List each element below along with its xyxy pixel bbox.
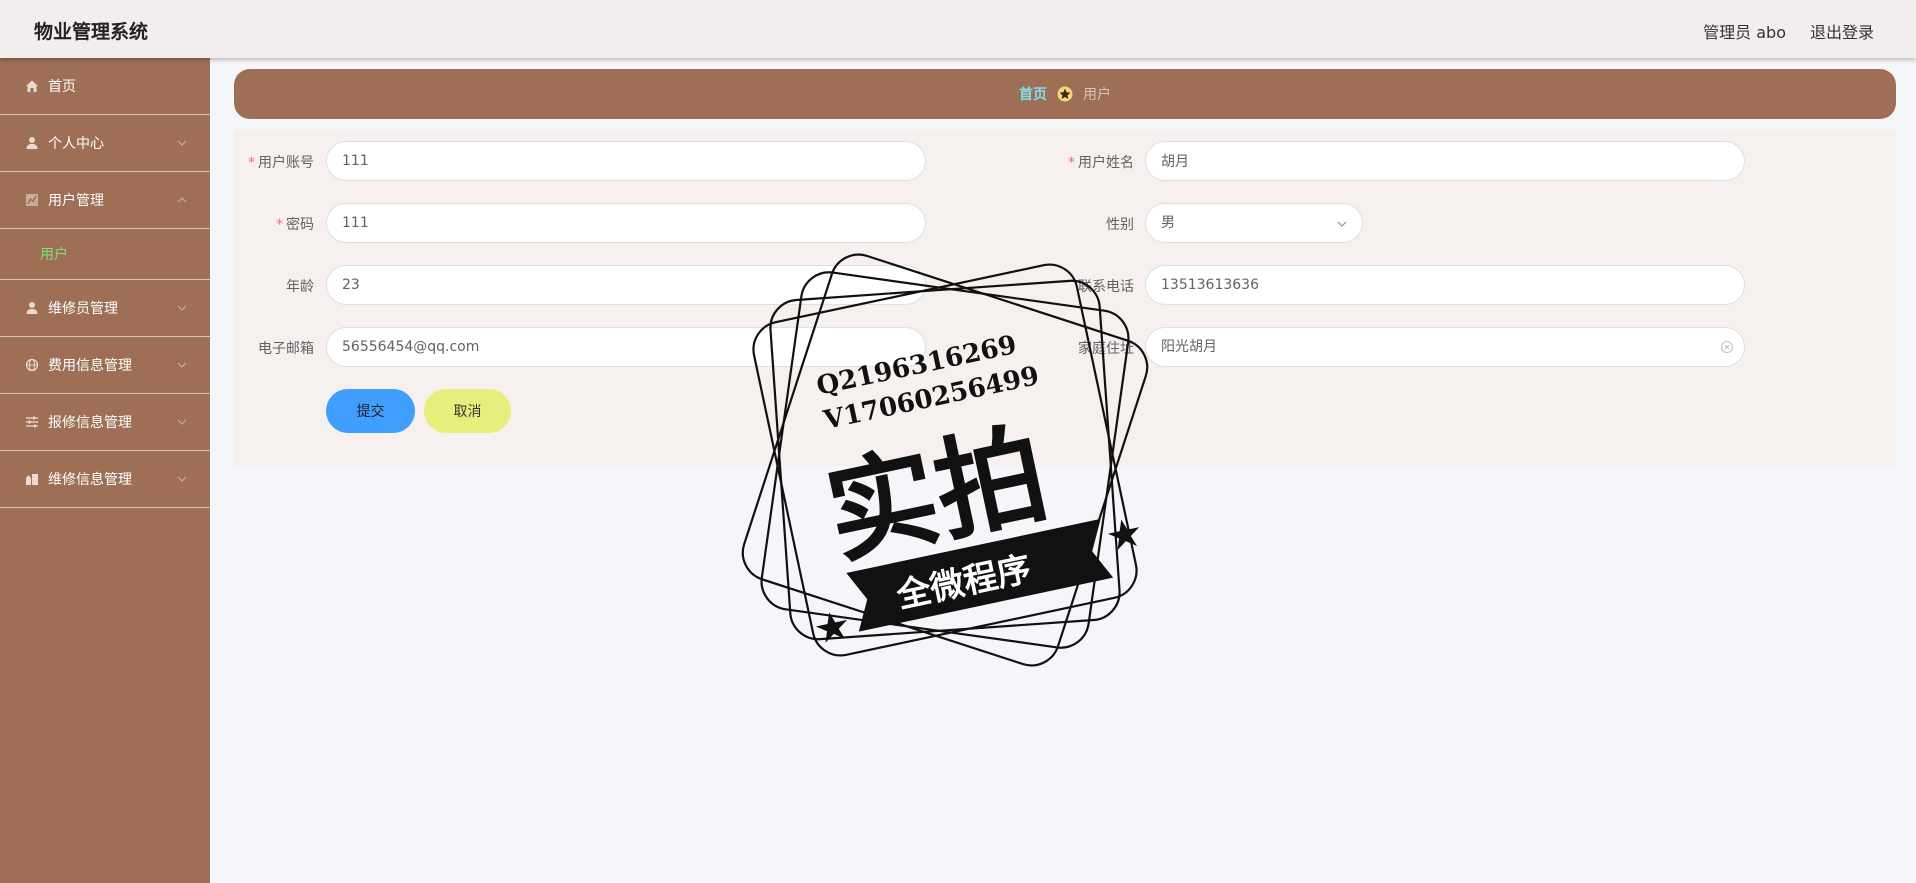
required-mark: * <box>1068 155 1075 171</box>
cancel-button[interactable]: 取消 <box>424 389 511 433</box>
watermark-stamp: Q2196316269 V17060256499 实拍 全微程序 <box>741 253 1149 667</box>
gender-label: 性别 <box>1106 217 1134 233</box>
sidebar-item-label: 维修员管理 <box>48 301 118 317</box>
chevron-up-icon <box>177 197 187 203</box>
sidebar-item-user-management[interactable]: 用户管理 <box>0 172 210 229</box>
chart-icon <box>24 192 40 208</box>
chevron-down-icon <box>177 140 187 146</box>
email-label: 电子邮箱 <box>258 341 314 357</box>
chevron-down-icon <box>1337 221 1347 227</box>
sidebar-item-repairman-management[interactable]: 维修员管理 <box>0 280 210 337</box>
sidebar-item-repair-info-management[interactable]: 维修信息管理 <box>0 451 210 508</box>
submit-button[interactable]: 提交 <box>326 389 415 433</box>
top-bar: 物业管理系统 管理员 abo 退出登录 <box>0 0 1916 58</box>
chevron-down-icon <box>177 476 187 482</box>
star-icon <box>1057 86 1073 102</box>
sidebar-item-repair-request-management[interactable]: 报修信息管理 <box>0 394 210 451</box>
user-area: 管理员 abo 退出登录 <box>1703 19 1874 43</box>
home-icon <box>24 78 40 94</box>
name-label: * 用户姓名 <box>1068 155 1134 171</box>
clear-icon[interactable] <box>1720 340 1734 354</box>
sidebar-item-label: 用户管理 <box>48 193 104 209</box>
breadcrumb-current: 用户 <box>1083 87 1111 103</box>
sidebar-item-profile[interactable]: 个人中心 <box>0 115 210 172</box>
sidebar-item-label: 首页 <box>48 79 76 95</box>
sidebar-item-label: 维修信息管理 <box>48 472 132 488</box>
building-icon <box>24 471 40 487</box>
app-title: 物业管理系统 <box>34 21 149 43</box>
sliders-icon <box>24 414 40 430</box>
admin-user-label[interactable]: 管理员 abo <box>1703 19 1786 43</box>
sidebar-item-label: 费用信息管理 <box>48 358 132 374</box>
breadcrumb-home[interactable]: 首页 <box>1019 84 1047 104</box>
sidebar-subitem-users[interactable]: 用户 <box>0 229 210 280</box>
breadcrumb: 首页 用户 <box>234 69 1896 119</box>
chevron-down-icon <box>177 362 187 368</box>
sidebar-item-label: 报修信息管理 <box>48 415 132 431</box>
globe-icon <box>24 357 40 373</box>
age-label: 年龄 <box>286 279 314 295</box>
password-input[interactable] <box>326 203 926 243</box>
chevron-down-icon <box>177 419 187 425</box>
account-input[interactable] <box>326 141 926 181</box>
address-input[interactable]: 阳光胡月 <box>1145 327 1745 367</box>
required-mark: * <box>276 217 283 233</box>
chevron-down-icon <box>177 305 187 311</box>
name-input[interactable] <box>1145 141 1745 181</box>
account-label: * 用户账号 <box>248 155 314 171</box>
required-mark: * <box>248 155 255 171</box>
phone-input[interactable] <box>1145 265 1745 305</box>
gender-select[interactable]: 男 <box>1145 203 1363 243</box>
logout-link[interactable]: 退出登录 <box>1810 19 1874 43</box>
sidebar: 首页 个人中心 用户管理 用户 维修员管理 费用信息管理 报修信息管理 维修信息… <box>0 58 210 883</box>
user-icon <box>24 135 40 151</box>
sidebar-item-home[interactable]: 首页 <box>0 58 210 115</box>
user-icon <box>24 300 40 316</box>
password-label: * 密码 <box>276 217 314 233</box>
sidebar-item-label: 个人中心 <box>48 136 104 152</box>
sidebar-item-fee-management[interactable]: 费用信息管理 <box>0 337 210 394</box>
gender-selected-value: 男 <box>1161 215 1175 231</box>
